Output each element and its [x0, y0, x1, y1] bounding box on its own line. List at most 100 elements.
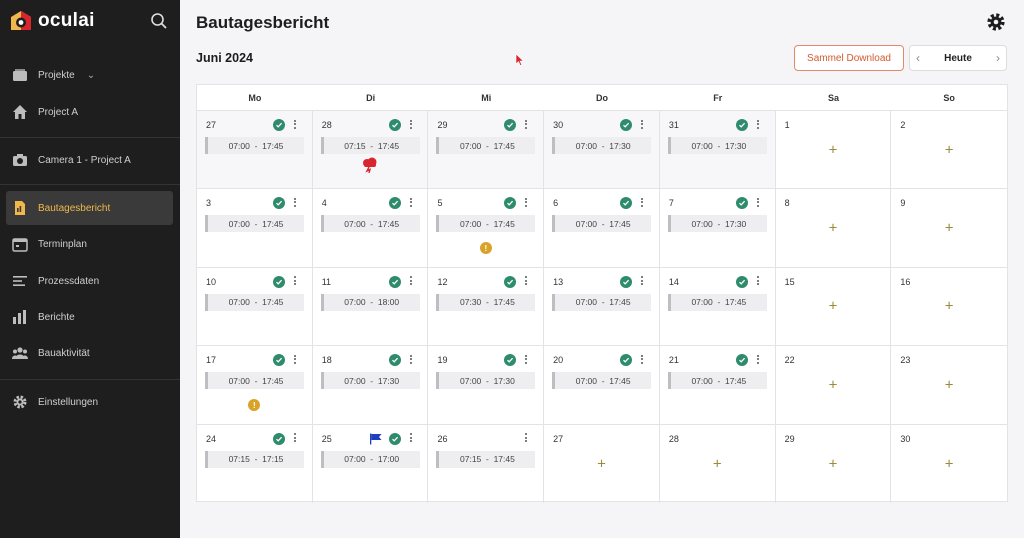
day-cell[interactable]: 31 07:00 - 17:30 [659, 111, 776, 189]
more-options-icon[interactable] [407, 274, 415, 288]
add-report-icon[interactable]: + [829, 377, 838, 392]
gear-icon [13, 395, 27, 409]
day-cell[interactable]: 4 07:00 - 17:45 [313, 189, 429, 267]
warning-icon[interactable]: ! [479, 242, 492, 255]
day-cell[interactable]: 14 07:00 - 17:45 [660, 267, 776, 346]
more-options-icon[interactable] [407, 431, 415, 445]
day-cell[interactable]: 3 07:00 - 17:45 [197, 189, 313, 267]
sidebar-item-camera[interactable]: Camera 1 - Project A [6, 143, 173, 177]
add-report-icon[interactable]: + [945, 456, 954, 471]
more-options-icon[interactable] [638, 195, 646, 209]
camera-icon [13, 154, 27, 166]
add-report-icon[interactable]: + [945, 377, 954, 392]
more-options-icon[interactable] [754, 195, 762, 209]
add-report-icon[interactable]: + [945, 221, 954, 236]
day-cell[interactable]: 1 + [776, 111, 892, 189]
sidebar-item-berichte[interactable]: Berichte [6, 300, 173, 334]
bulk-download-button[interactable]: Sammel Download [794, 45, 904, 71]
sidebar-item-project-a[interactable]: Project A [6, 95, 173, 129]
more-options-icon[interactable] [522, 117, 530, 131]
add-report-icon[interactable]: + [945, 142, 954, 157]
warning-icon[interactable]: ! [248, 399, 261, 412]
day-cell[interactable]: 5 07:00 - 17:45! [428, 189, 545, 267]
more-options-icon[interactable] [638, 117, 646, 131]
day-cell[interactable]: 25 07:00 - 17:00 [313, 424, 429, 503]
sidebar-item-prozessdaten[interactable]: Prozessdaten [6, 264, 173, 298]
add-report-icon[interactable]: + [713, 456, 722, 471]
more-options-icon[interactable] [522, 352, 530, 366]
more-options-icon[interactable] [291, 431, 299, 445]
day-cell[interactable]: 21 07:00 - 17:45 [660, 346, 776, 424]
sidebar-item-terminplan[interactable]: Terminplan [6, 227, 173, 261]
more-options-icon[interactable] [291, 117, 299, 131]
more-options-icon[interactable] [638, 352, 646, 366]
more-options-icon[interactable] [291, 195, 299, 209]
day-cell[interactable]: 17 07:00 - 17:45! [197, 346, 313, 424]
day-cell[interactable]: 16 + [891, 268, 1007, 345]
more-options-icon[interactable] [638, 274, 646, 288]
sidebar-item-projekte[interactable]: Projekte ⌄ [6, 58, 173, 92]
logo[interactable]: oculai [10, 10, 95, 32]
add-report-icon[interactable]: + [829, 142, 838, 157]
add-report-icon[interactable]: + [597, 456, 606, 471]
day-cell[interactable]: 27 + [544, 424, 660, 503]
day-cell[interactable]: 12 07:30 - 17:45 [428, 267, 545, 346]
day-cell[interactable]: 10 07:00 - 17:45 [197, 267, 313, 346]
add-report-icon[interactable]: + [829, 456, 838, 471]
day-cell[interactable]: 20 07:00 - 17:45 [544, 346, 660, 424]
day-cell[interactable]: 27 07:00 - 17:45 [197, 111, 313, 189]
calendar-week-row: 24 07:15 - 17:15 25 07:00 - 17:00 26 07:15 - … [197, 424, 1007, 503]
work-hours: 07:00 - 17:45 [205, 293, 304, 311]
search-icon[interactable] [150, 12, 168, 30]
day-cell[interactable]: 19 07:00 - 17:30 [428, 346, 545, 424]
work-hours: 07:15 - 17:45 [320, 137, 420, 154]
day-cell[interactable]: 26 07:15 - 17:45 [428, 424, 545, 503]
day-cell[interactable]: 13 07:00 - 17:45 [544, 267, 660, 346]
add-report-icon[interactable]: + [829, 221, 838, 236]
more-options-icon[interactable] [291, 274, 299, 288]
sidebar-item-bauaktivitaet[interactable]: Bauaktivität [6, 336, 173, 370]
day-cell[interactable]: 11 07:00 - 18:00 [313, 267, 429, 346]
more-options-icon[interactable] [291, 352, 299, 366]
day-cell[interactable]: 30 + [891, 425, 1007, 503]
day-number: 1 [784, 120, 790, 130]
day-cell[interactable]: 9 + [891, 189, 1007, 266]
chevron-left-icon[interactable]: ‹ [916, 51, 920, 65]
add-report-icon[interactable]: + [829, 299, 838, 314]
day-cell[interactable]: 22 + [776, 346, 892, 424]
add-report-icon[interactable]: + [945, 299, 954, 314]
day-cell[interactable]: 15 + [776, 267, 892, 346]
more-options-icon[interactable] [754, 352, 762, 366]
chevron-down-icon[interactable]: ⌄ [87, 70, 95, 81]
more-options-icon[interactable] [522, 431, 530, 445]
day-cell[interactable]: 29 + [776, 424, 892, 503]
day-cell[interactable]: 30 07:00 - 17:30 [544, 111, 660, 189]
chevron-right-icon[interactable]: › [996, 51, 1000, 65]
day-cell[interactable]: 23 + [891, 346, 1007, 423]
day-cell[interactable]: 6 07:00 - 17:45 [544, 189, 660, 267]
calendar-week-row: 27 07:00 - 17:45 28 07:15 - 17:45 29 07:00 - … [197, 111, 1007, 190]
day-cell[interactable]: 29 07:00 - 17:45 [428, 111, 545, 189]
settings-gear-icon[interactable] [986, 12, 1006, 32]
sidebar-item-bautagesbericht[interactable]: Bautagesbericht [6, 191, 173, 225]
weekday-label: Fr [713, 93, 723, 103]
day-cell[interactable]: 2 + [891, 111, 1007, 188]
more-options-icon[interactable] [407, 195, 415, 209]
today-button[interactable]: Heute [944, 53, 972, 64]
approved-check-icon [735, 197, 748, 210]
more-options-icon[interactable] [754, 274, 762, 288]
day-cell[interactable]: 7 07:00 - 17:30 [660, 189, 776, 267]
day-cell[interactable]: 28 + [660, 424, 776, 503]
sidebar-item-einstellungen[interactable]: Einstellungen [6, 385, 173, 419]
more-options-icon[interactable] [407, 117, 415, 131]
day-cell[interactable]: 8 + [776, 189, 892, 267]
approved-check-icon [620, 119, 633, 131]
day-number: 2 [900, 120, 906, 130]
more-options-icon[interactable] [522, 274, 530, 288]
more-options-icon[interactable] [754, 117, 762, 131]
day-cell[interactable]: 24 07:15 - 17:15 [197, 424, 313, 503]
more-options-icon[interactable] [407, 352, 415, 366]
day-cell[interactable]: 28 07:15 - 17:45 [312, 111, 429, 189]
more-options-icon[interactable] [522, 195, 530, 209]
day-cell[interactable]: 18 07:00 - 17:30 [313, 346, 429, 424]
